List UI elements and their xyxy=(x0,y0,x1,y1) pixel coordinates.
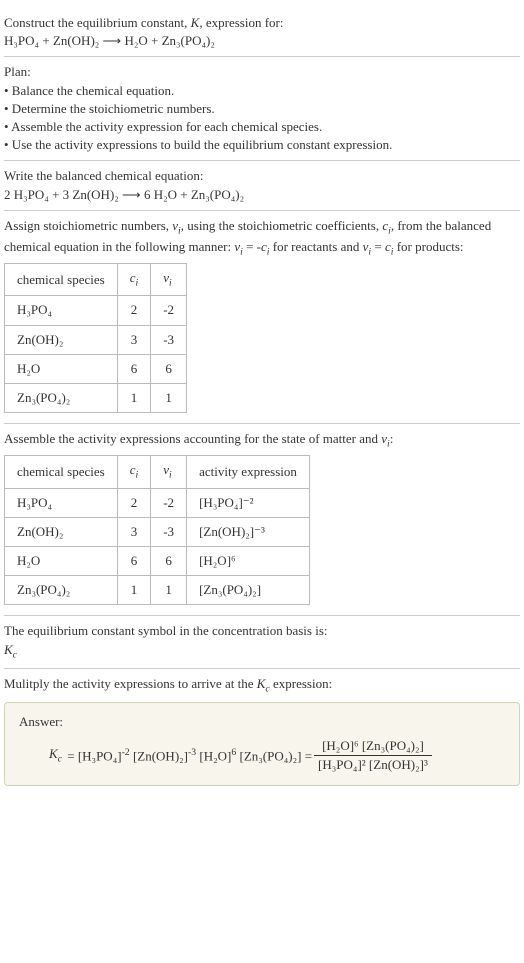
stoich-section: Assign stoichiometric numbers, νi, using… xyxy=(4,211,520,424)
balanced-equation: 2 H₃PO₄ + 3 Zn(OH)₂ ⟶ 6 H₂O + Zn₃(PO₄)₂ xyxy=(4,186,520,204)
multiply-section: Mulitply the activity expressions to arr… xyxy=(4,669,520,792)
multiply-text: Mulitply the activity expressions to arr… xyxy=(4,675,520,696)
table-row: H₂O66[H₂O]⁶ xyxy=(5,546,310,575)
cell: 6 xyxy=(151,546,187,575)
answer-equation: Kc = [H₃PO₄]-2 [Zn(OH)₂]-3 [H₂O]6 [Zn₃(P… xyxy=(19,731,505,774)
table-row: H₃PO₄2-2 xyxy=(5,296,187,325)
col-species: chemical species xyxy=(5,264,118,296)
plan-item: • Determine the stoichiometric numbers. xyxy=(4,100,520,118)
cell: 3 xyxy=(117,325,151,354)
table-row: Zn₃(PO₄)₂11 xyxy=(5,383,187,412)
frac-numerator: [H₂O]⁶ [Zn₃(PO₄)₂] xyxy=(314,737,432,756)
balanced-heading: Write the balanced chemical equation: xyxy=(4,167,520,185)
col-vi: νi xyxy=(151,456,187,488)
cell: 1 xyxy=(117,576,151,605)
cell: 3 xyxy=(117,517,151,546)
cell: 6 xyxy=(117,354,151,383)
stoich-table: chemical species ci νi H₃PO₄2-2 Zn(OH)₂3… xyxy=(4,263,187,413)
cell: [Zn(OH)₂]⁻³ xyxy=(187,517,310,546)
plan-item: • Assemble the activity expression for e… xyxy=(4,118,520,136)
cell: Zn(OH)₂ xyxy=(5,517,118,546)
cell: 1 xyxy=(151,576,187,605)
balanced-section: Write the balanced chemical equation: 2 … xyxy=(4,161,520,210)
col-species: chemical species xyxy=(5,456,118,488)
frac-denominator: [H₃PO₄]² [Zn(OH)₂]³ xyxy=(314,756,432,774)
cell: 2 xyxy=(117,488,151,517)
table-row: H₂O66 xyxy=(5,354,187,383)
cell: H₃PO₄ xyxy=(5,296,118,325)
stoich-intro: Assign stoichiometric numbers, νi, using… xyxy=(4,217,520,259)
cell: 2 xyxy=(117,296,151,325)
symbol-line1: The equilibrium constant symbol in the c… xyxy=(4,622,520,640)
col-ci: ci xyxy=(117,456,151,488)
answer-label: Answer: xyxy=(19,713,505,731)
cell: -2 xyxy=(151,488,187,517)
intro-line: Construct the equilibrium constant, K, e… xyxy=(4,14,520,32)
cell: 6 xyxy=(117,546,151,575)
plan-item: • Balance the chemical equation. xyxy=(4,82,520,100)
table-row: Zn(OH)₂3-3 xyxy=(5,325,187,354)
symbol-section: The equilibrium constant symbol in the c… xyxy=(4,616,520,668)
cell: 1 xyxy=(151,383,187,412)
intro-section: Construct the equilibrium constant, K, e… xyxy=(4,8,520,57)
cell: -3 xyxy=(151,517,187,546)
activity-intro: Assemble the activity expressions accoun… xyxy=(4,430,520,451)
cell: H₂O xyxy=(5,546,118,575)
cell: Zn₃(PO₄)₂ xyxy=(5,576,118,605)
activity-section: Assemble the activity expressions accoun… xyxy=(4,424,520,616)
col-vi: νi xyxy=(151,264,187,296)
plan-heading: Plan: xyxy=(4,63,520,81)
activity-table: chemical species ci νi activity expressi… xyxy=(4,455,310,605)
cell: H₃PO₄ xyxy=(5,488,118,517)
cell: 1 xyxy=(117,383,151,412)
cell: [H₃PO₄]⁻² xyxy=(187,488,310,517)
col-activity: activity expression xyxy=(187,456,310,488)
answer-box: Answer: Kc = [H₃PO₄]-2 [Zn(OH)₂]-3 [H₂O]… xyxy=(4,702,520,786)
col-ci: ci xyxy=(117,264,151,296)
cell: [Zn₃(PO₄)₂] xyxy=(187,576,310,605)
table-row: H₃PO₄2-2[H₃PO₄]⁻² xyxy=(5,488,310,517)
cell: -3 xyxy=(151,325,187,354)
cell: -2 xyxy=(151,296,187,325)
cell: Zn₃(PO₄)₂ xyxy=(5,383,118,412)
table-row: Zn(OH)₂3-3[Zn(OH)₂]⁻³ xyxy=(5,517,310,546)
symbol-line2: Kc xyxy=(4,641,520,662)
cell: H₂O xyxy=(5,354,118,383)
cell: 6 xyxy=(151,354,187,383)
cell: Zn(OH)₂ xyxy=(5,325,118,354)
table-row: Zn₃(PO₄)₂11[Zn₃(PO₄)₂] xyxy=(5,576,310,605)
cell: [H₂O]⁶ xyxy=(187,546,310,575)
plan-item: • Use the activity expressions to build … xyxy=(4,136,520,154)
plan-section: Plan: • Balance the chemical equation. •… xyxy=(4,57,520,161)
intro-equation: H₃PO₄ + Zn(OH)₂ ⟶ H₂O + Zn₃(PO₄)₂ xyxy=(4,32,520,50)
